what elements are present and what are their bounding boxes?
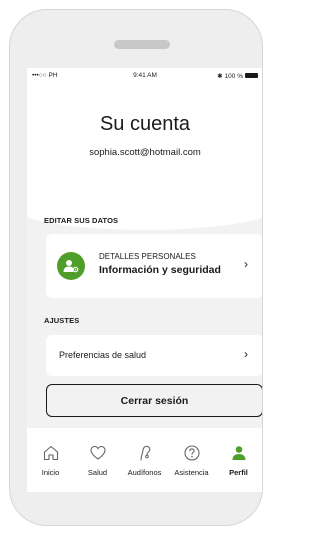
- account-email: sophia.scott@hotmail.com: [89, 147, 201, 158]
- tab-label: Perfil: [229, 468, 248, 477]
- home-icon: [43, 445, 59, 461]
- person-icon: [232, 446, 246, 460]
- tab-salud[interactable]: Salud: [74, 428, 121, 492]
- tab-inicio[interactable]: Inicio: [27, 428, 74, 492]
- personal-details-card[interactable]: DETALLES PERSONALES Información y seguri…: [46, 234, 262, 298]
- tab-perfil[interactable]: Perfil: [215, 428, 262, 492]
- logout-button[interactable]: Cerrar sesión: [46, 384, 262, 417]
- personal-details-title: Información y seguridad: [99, 264, 221, 276]
- personal-details-kicker: DETALLES PERSONALES: [99, 252, 196, 261]
- phone-speaker: [114, 40, 170, 49]
- section-label-edit: EDITAR SUS DATOS: [44, 216, 119, 225]
- status-bar: •••○○ PH 9:41 AM ✱ 100 %: [27, 68, 262, 82]
- tab-audifonos[interactable]: Audífonos: [121, 428, 168, 492]
- chevron-right-icon: ›: [244, 347, 248, 361]
- tab-asistencia[interactable]: Asistencia: [168, 428, 215, 492]
- phone-frame: •••○○ PH 9:41 AM ✱ 100 % Su cuenta sophi…: [9, 9, 263, 526]
- heart-icon: [90, 445, 106, 460]
- page-title: Su cuenta: [99, 113, 191, 135]
- chevron-right-icon: ›: [244, 257, 248, 271]
- hearing-aid-icon: [140, 445, 151, 461]
- tab-bar: Inicio Salud Audífonos Asistencia Perfil: [27, 428, 262, 492]
- health-preferences-card[interactable]: Preferencias de salud ›: [46, 335, 262, 376]
- user-settings-icon: [57, 252, 85, 280]
- battery-icon: [245, 73, 258, 78]
- app-screen: •••○○ PH 9:41 AM ✱ 100 % Su cuenta sophi…: [27, 68, 262, 492]
- help-icon: [184, 445, 200, 461]
- bluetooth-icon: ✱: [217, 73, 223, 80]
- battery-percent: ✱ 100 %: [217, 73, 243, 80]
- section-label-settings: AJUSTES: [44, 316, 80, 325]
- health-preferences-label: Preferencias de salud: [59, 350, 147, 360]
